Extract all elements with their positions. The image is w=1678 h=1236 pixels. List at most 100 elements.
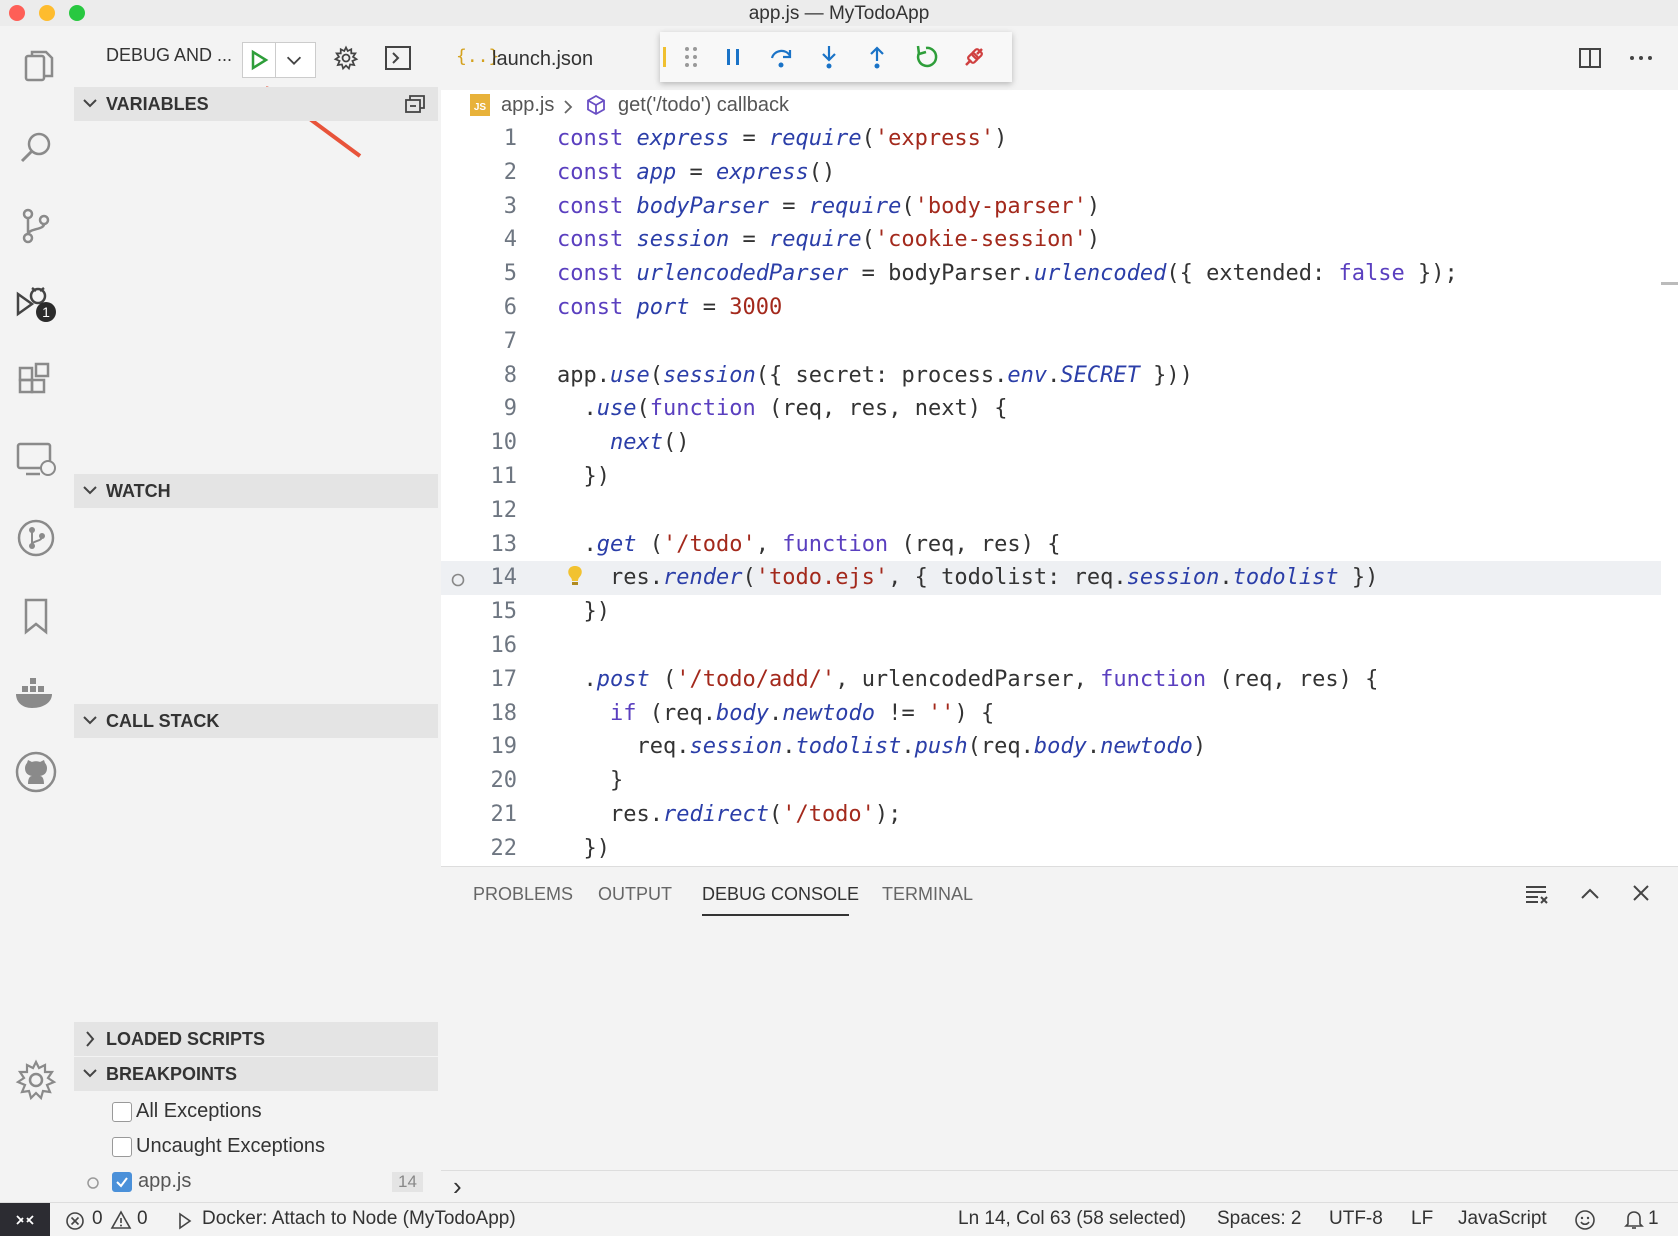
end-of-line[interactable]: LF (1411, 1208, 1433, 1230)
settings-gear-icon[interactable] (12, 1056, 60, 1104)
debug-config-select[interactable] (242, 42, 316, 78)
code-line[interactable]: 16 (441, 629, 1661, 663)
tab-terminal[interactable]: TERMINAL (882, 884, 973, 905)
line-number: 4 (503, 227, 517, 253)
code-line[interactable]: 2 const app = express() (441, 156, 1661, 190)
tab-problems[interactable]: PROBLEMS (473, 884, 573, 905)
debug-toolbar (660, 32, 1012, 82)
tab-output[interactable]: OUTPUT (598, 884, 672, 905)
restart-icon[interactable] (912, 43, 940, 71)
code-line[interactable]: 5 const urlencodedParser = bodyParser.url… (441, 257, 1661, 291)
lightbulb-icon[interactable] (566, 564, 584, 588)
clear-console-icon[interactable] (1524, 882, 1550, 906)
language-mode[interactable]: JavaScript (1458, 1208, 1547, 1230)
breakpoints-section-header[interactable]: BREAKPOINTS (74, 1057, 438, 1091)
all-exceptions-checkbox[interactable] (112, 1102, 132, 1122)
bookmarks-icon[interactable] (12, 592, 60, 640)
github-icon[interactable] (12, 748, 60, 796)
code-line[interactable]: 4 const session = require('cookie-session… (441, 223, 1661, 257)
breadcrumb-file[interactable]: app.js (501, 94, 554, 117)
code-line[interactable]: 21 res.redirect('/todo'); (441, 798, 1661, 832)
step-into-icon[interactable] (816, 44, 842, 70)
pause-icon[interactable] (720, 44, 746, 70)
search-icon[interactable] (12, 124, 60, 172)
remote-explorer-icon[interactable] (12, 436, 60, 484)
code-line[interactable]: 15 }) (441, 595, 1661, 629)
loaded-scripts-section-header[interactable]: LOADED SCRIPTS (74, 1022, 438, 1056)
chevron-down-icon[interactable] (283, 49, 305, 71)
line-number: 22 (490, 835, 518, 861)
app-js-breakpoint-checkbox[interactable] (112, 1172, 132, 1192)
code-line[interactable]: 19 req.session.todolist.push(req.body.ne… (441, 730, 1661, 764)
tab-debug-console[interactable]: DEBUG CONSOLE (702, 884, 859, 905)
line-number: 10 (490, 430, 518, 456)
encoding[interactable]: UTF-8 (1329, 1208, 1383, 1230)
code-text: req.session.todolist.push(req.body.newto… (636, 734, 1207, 760)
docker-icon[interactable] (12, 670, 60, 718)
warning-icon[interactable] (110, 1210, 132, 1230)
breakpoint-item[interactable]: All Exceptions (110, 1098, 440, 1128)
breakpoint-item[interactable]: app.js 14 (84, 1168, 430, 1198)
code-line[interactable]: 8 app.use(session({ secret: process.env.S… (441, 359, 1661, 393)
drag-handle-icon[interactable] (682, 44, 700, 70)
play-icon (179, 1212, 192, 1230)
maximize-panel-icon[interactable] (1578, 882, 1602, 906)
warning-count[interactable]: 0 (137, 1208, 148, 1230)
code-line[interactable]: 20 } (441, 764, 1661, 798)
breakpoint-item[interactable]: Uncaught Exceptions (110, 1133, 440, 1163)
bottom-panel (441, 866, 1678, 1171)
notification-count[interactable]: 1 (1648, 1208, 1659, 1230)
call-stack-section-header[interactable]: CALL STACK (74, 704, 438, 738)
code-line[interactable]: 1 const express = require('express') (441, 122, 1661, 156)
watch-section-header[interactable]: WATCH (74, 474, 438, 508)
debug-count-badge: 1 (42, 304, 50, 320)
remote-indicator[interactable] (0, 1203, 50, 1236)
code-line[interactable]: 17 .post ('/todo/add/', urlencodedParser… (441, 663, 1661, 697)
source-control-icon[interactable] (12, 202, 60, 250)
disconnect-icon[interactable] (960, 43, 988, 71)
notifications-bell-icon[interactable] (1624, 1209, 1644, 1231)
code-line[interactable]: 3 const bodyParser = require('body-parser… (441, 190, 1661, 224)
attach-config[interactable]: Docker: Attach to Node (MyTodoApp) (202, 1208, 516, 1230)
breadcrumb-symbol[interactable]: get('/todo') callback (618, 94, 789, 117)
close-panel-icon[interactable] (1630, 882, 1652, 904)
remote-icon (16, 1215, 34, 1225)
chevron-down-icon (83, 99, 97, 108)
step-over-icon[interactable] (768, 44, 794, 70)
indentation[interactable]: Spaces: 2 (1217, 1208, 1302, 1230)
code-line[interactable]: 11 }) (441, 460, 1661, 494)
cursor-position[interactable]: Ln 14, Col 63 (58 selected) (958, 1208, 1186, 1230)
code-line[interactable]: 22 }) (441, 832, 1661, 866)
error-icon[interactable] (65, 1211, 85, 1231)
feedback-smiley-icon[interactable] (1574, 1209, 1596, 1231)
variables-section-header[interactable]: VARIABLES (74, 87, 438, 121)
git-graph-icon[interactable] (12, 514, 60, 562)
debug-console-toggle-icon[interactable] (384, 44, 412, 72)
chevron-down-icon (83, 486, 97, 495)
code-line[interactable]: 6 const port = 3000 (441, 291, 1661, 325)
console-input[interactable]: › (441, 1170, 1678, 1203)
code-text: const session = require('cookie-session'… (557, 227, 1101, 253)
code-line[interactable]: 12 (441, 494, 1661, 528)
files-icon[interactable] (12, 46, 60, 94)
code-line[interactable]: 13 .get ('/todo', function (req, res) { (441, 528, 1661, 562)
code-line[interactable]: 14 res.render('todo.ejs', { todolist: re… (441, 561, 1661, 596)
uncaught-exceptions-checkbox[interactable] (112, 1137, 132, 1157)
open-launch-json-gear-icon[interactable] (332, 44, 360, 72)
start-debugging-icon[interactable] (247, 48, 271, 72)
code-line[interactable]: 18 if (req.body.newtodo != '') { (441, 697, 1661, 731)
run-debug-icon[interactable]: 1 (12, 280, 60, 328)
line-number: 3 (503, 193, 517, 219)
breakpoint-line-badge: 14 (392, 1172, 423, 1192)
error-count[interactable]: 0 (92, 1208, 103, 1230)
extensions-icon[interactable] (12, 358, 60, 406)
code-line[interactable]: 10 next() (441, 426, 1661, 460)
code-line[interactable]: 7 (441, 325, 1661, 359)
split-editor-icon[interactable] (1578, 46, 1602, 70)
breakpoint-glyph-icon[interactable] (450, 572, 466, 588)
code-text: res.redirect('/todo'); (609, 802, 902, 827)
collapse-all-icon[interactable] (404, 94, 426, 114)
step-out-icon[interactable] (864, 44, 890, 70)
more-actions-icon[interactable] (1628, 46, 1654, 70)
code-line[interactable]: 9 .use(function (req, res, next) { (441, 392, 1661, 426)
